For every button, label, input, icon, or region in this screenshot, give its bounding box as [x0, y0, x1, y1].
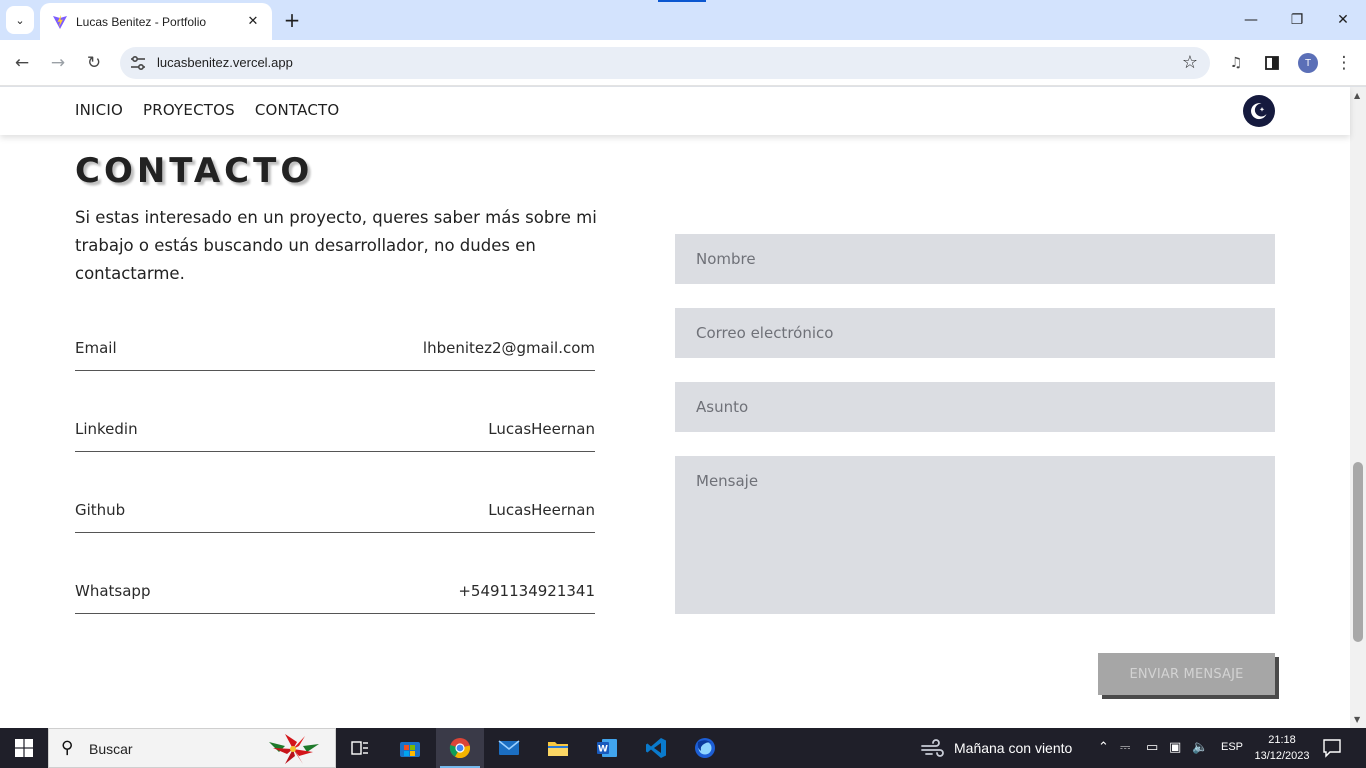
new-tab-plus-icon[interactable]: +: [280, 8, 304, 32]
nav-link-proyectos[interactable]: PROYECTOS: [143, 101, 235, 119]
contact-value[interactable]: +5491134921341: [458, 580, 595, 600]
svg-text:W: W: [598, 745, 608, 755]
theme-toggle-moon-icon[interactable]: [1243, 95, 1275, 127]
contact-value[interactable]: LucasHeernan: [488, 418, 595, 438]
tray-volume-icon[interactable]: 🔈: [1192, 740, 1208, 755]
contact-label: Whatsapp: [75, 582, 151, 600]
contact-value[interactable]: LucasHeernan: [488, 499, 595, 519]
window-drag-indicator: [658, 0, 706, 2]
weather-text: Mañana con viento: [954, 740, 1073, 756]
address-bar[interactable]: lucasbenitez.vercel.app ☆: [120, 47, 1210, 79]
clock-time: 21:18: [1268, 734, 1296, 746]
nav-link-contacto[interactable]: CONTACTO: [255, 101, 340, 119]
browser-tab-bar: ⌄ Lucas Benitez - Portfolio ✕ + — ❐ ✕: [0, 0, 1366, 40]
tab-search-chevron-icon[interactable]: ⌄: [6, 6, 34, 34]
page-viewport: INICIO PROYECTOS CONTACTO CONTACTO Si es…: [0, 87, 1366, 728]
url-text[interactable]: lucasbenitez.vercel.app: [157, 55, 293, 70]
contact-row-email: Email lhbenitez2@gmail.com: [75, 337, 595, 371]
name-input[interactable]: [675, 234, 1275, 284]
windows-taskbar: ⚲ Buscar W Mañana con viento ⌃ ⎓ ▭ ▣ 🔈 E…: [0, 728, 1366, 768]
close-window-icon[interactable]: ✕: [1320, 0, 1366, 40]
contact-intro-text: Si estas interesado en un proyecto, quer…: [75, 208, 597, 283]
firefox-developer-icon[interactable]: [681, 728, 729, 768]
tray-meet-icon[interactable]: ▭: [1146, 740, 1158, 755]
site-navbar: INICIO PROYECTOS CONTACTO: [0, 87, 1350, 135]
reload-icon[interactable]: ↻: [80, 49, 108, 77]
taskbar-clock[interactable]: 21:18 13/12/2023: [1250, 732, 1314, 764]
restore-icon[interactable]: ❐: [1274, 0, 1320, 40]
taskbar-search-box[interactable]: ⚲ Buscar: [48, 728, 336, 768]
minimize-icon[interactable]: —: [1228, 0, 1274, 40]
chrome-icon[interactable]: [436, 728, 484, 768]
message-textarea[interactable]: [675, 456, 1275, 614]
profile-avatar[interactable]: T: [1298, 53, 1318, 73]
email-input[interactable]: [675, 308, 1275, 358]
page-scrollbar[interactable]: ▲ ▼: [1350, 87, 1366, 728]
tray-chevron-up-icon[interactable]: ⌃: [1098, 740, 1109, 755]
browser-tab-active[interactable]: Lucas Benitez - Portfolio ✕: [40, 3, 272, 40]
nav-link-inicio[interactable]: INICIO: [75, 101, 123, 119]
file-explorer-icon[interactable]: [534, 728, 582, 768]
contact-row-linkedin: Linkedin LucasHeernan: [75, 418, 595, 452]
browser-menu-kebab-icon[interactable]: ⋮: [1330, 49, 1358, 77]
contact-label: Email: [75, 339, 117, 357]
notifications-icon[interactable]: [1322, 738, 1342, 762]
wind-weather-icon: [921, 739, 944, 757]
back-arrow-icon[interactable]: ←: [8, 49, 36, 77]
contact-section-title: CONTACTO: [75, 151, 314, 191]
tray-network-icon[interactable]: ▣: [1169, 740, 1181, 755]
scroll-down-arrow-icon[interactable]: ▼: [1354, 715, 1360, 724]
tray-battery-plug-icon[interactable]: ⎓: [1120, 740, 1130, 755]
microsoft-word-icon[interactable]: W: [583, 728, 631, 768]
tab-close-icon[interactable]: ✕: [244, 13, 262, 31]
vscode-icon[interactable]: [632, 728, 680, 768]
send-message-button[interactable]: ENVIAR MENSAJE: [1098, 653, 1275, 695]
contact-label: Linkedin: [75, 420, 138, 438]
bookmark-star-icon[interactable]: ☆: [1182, 52, 1198, 73]
scroll-up-arrow-icon[interactable]: ▲: [1354, 91, 1360, 100]
contact-row-github: Github LucasHeernan: [75, 499, 595, 533]
input-language[interactable]: ESP: [1221, 741, 1243, 753]
site-info-tune-icon[interactable]: [128, 53, 148, 73]
windows-start-icon[interactable]: [0, 728, 48, 768]
weather-widget[interactable]: Mañana con viento: [920, 728, 1072, 768]
contact-label: Github: [75, 501, 126, 519]
poinsettia-decoration-icon: [269, 734, 319, 764]
window-controls: — ❐ ✕: [1228, 0, 1366, 40]
contact-row-whatsapp: Whatsapp +5491134921341: [75, 580, 595, 614]
browser-toolbar: ← → ↻ lucasbenitez.vercel.app ☆ ♫ T ⋮: [0, 40, 1366, 86]
nav-links: INICIO PROYECTOS CONTACTO: [75, 101, 339, 119]
tab-title: Lucas Benitez - Portfolio: [76, 14, 207, 29]
subject-input[interactable]: [675, 382, 1275, 432]
vite-favicon-icon: [53, 14, 67, 29]
media-controls-icon[interactable]: ♫: [1222, 49, 1250, 77]
taskbar-search-placeholder: Buscar: [89, 741, 133, 757]
contact-value[interactable]: lhbenitez2@gmail.com: [423, 337, 595, 357]
task-view-icon[interactable]: [336, 728, 384, 768]
side-panel-icon[interactable]: [1258, 49, 1286, 77]
microsoft-store-icon[interactable]: [386, 728, 434, 768]
clock-date: 13/12/2023: [1254, 750, 1310, 762]
forward-arrow-icon[interactable]: →: [44, 49, 72, 77]
mail-icon[interactable]: [485, 728, 533, 768]
scrollbar-thumb[interactable]: [1353, 462, 1363, 642]
search-icon: ⚲: [61, 738, 74, 758]
